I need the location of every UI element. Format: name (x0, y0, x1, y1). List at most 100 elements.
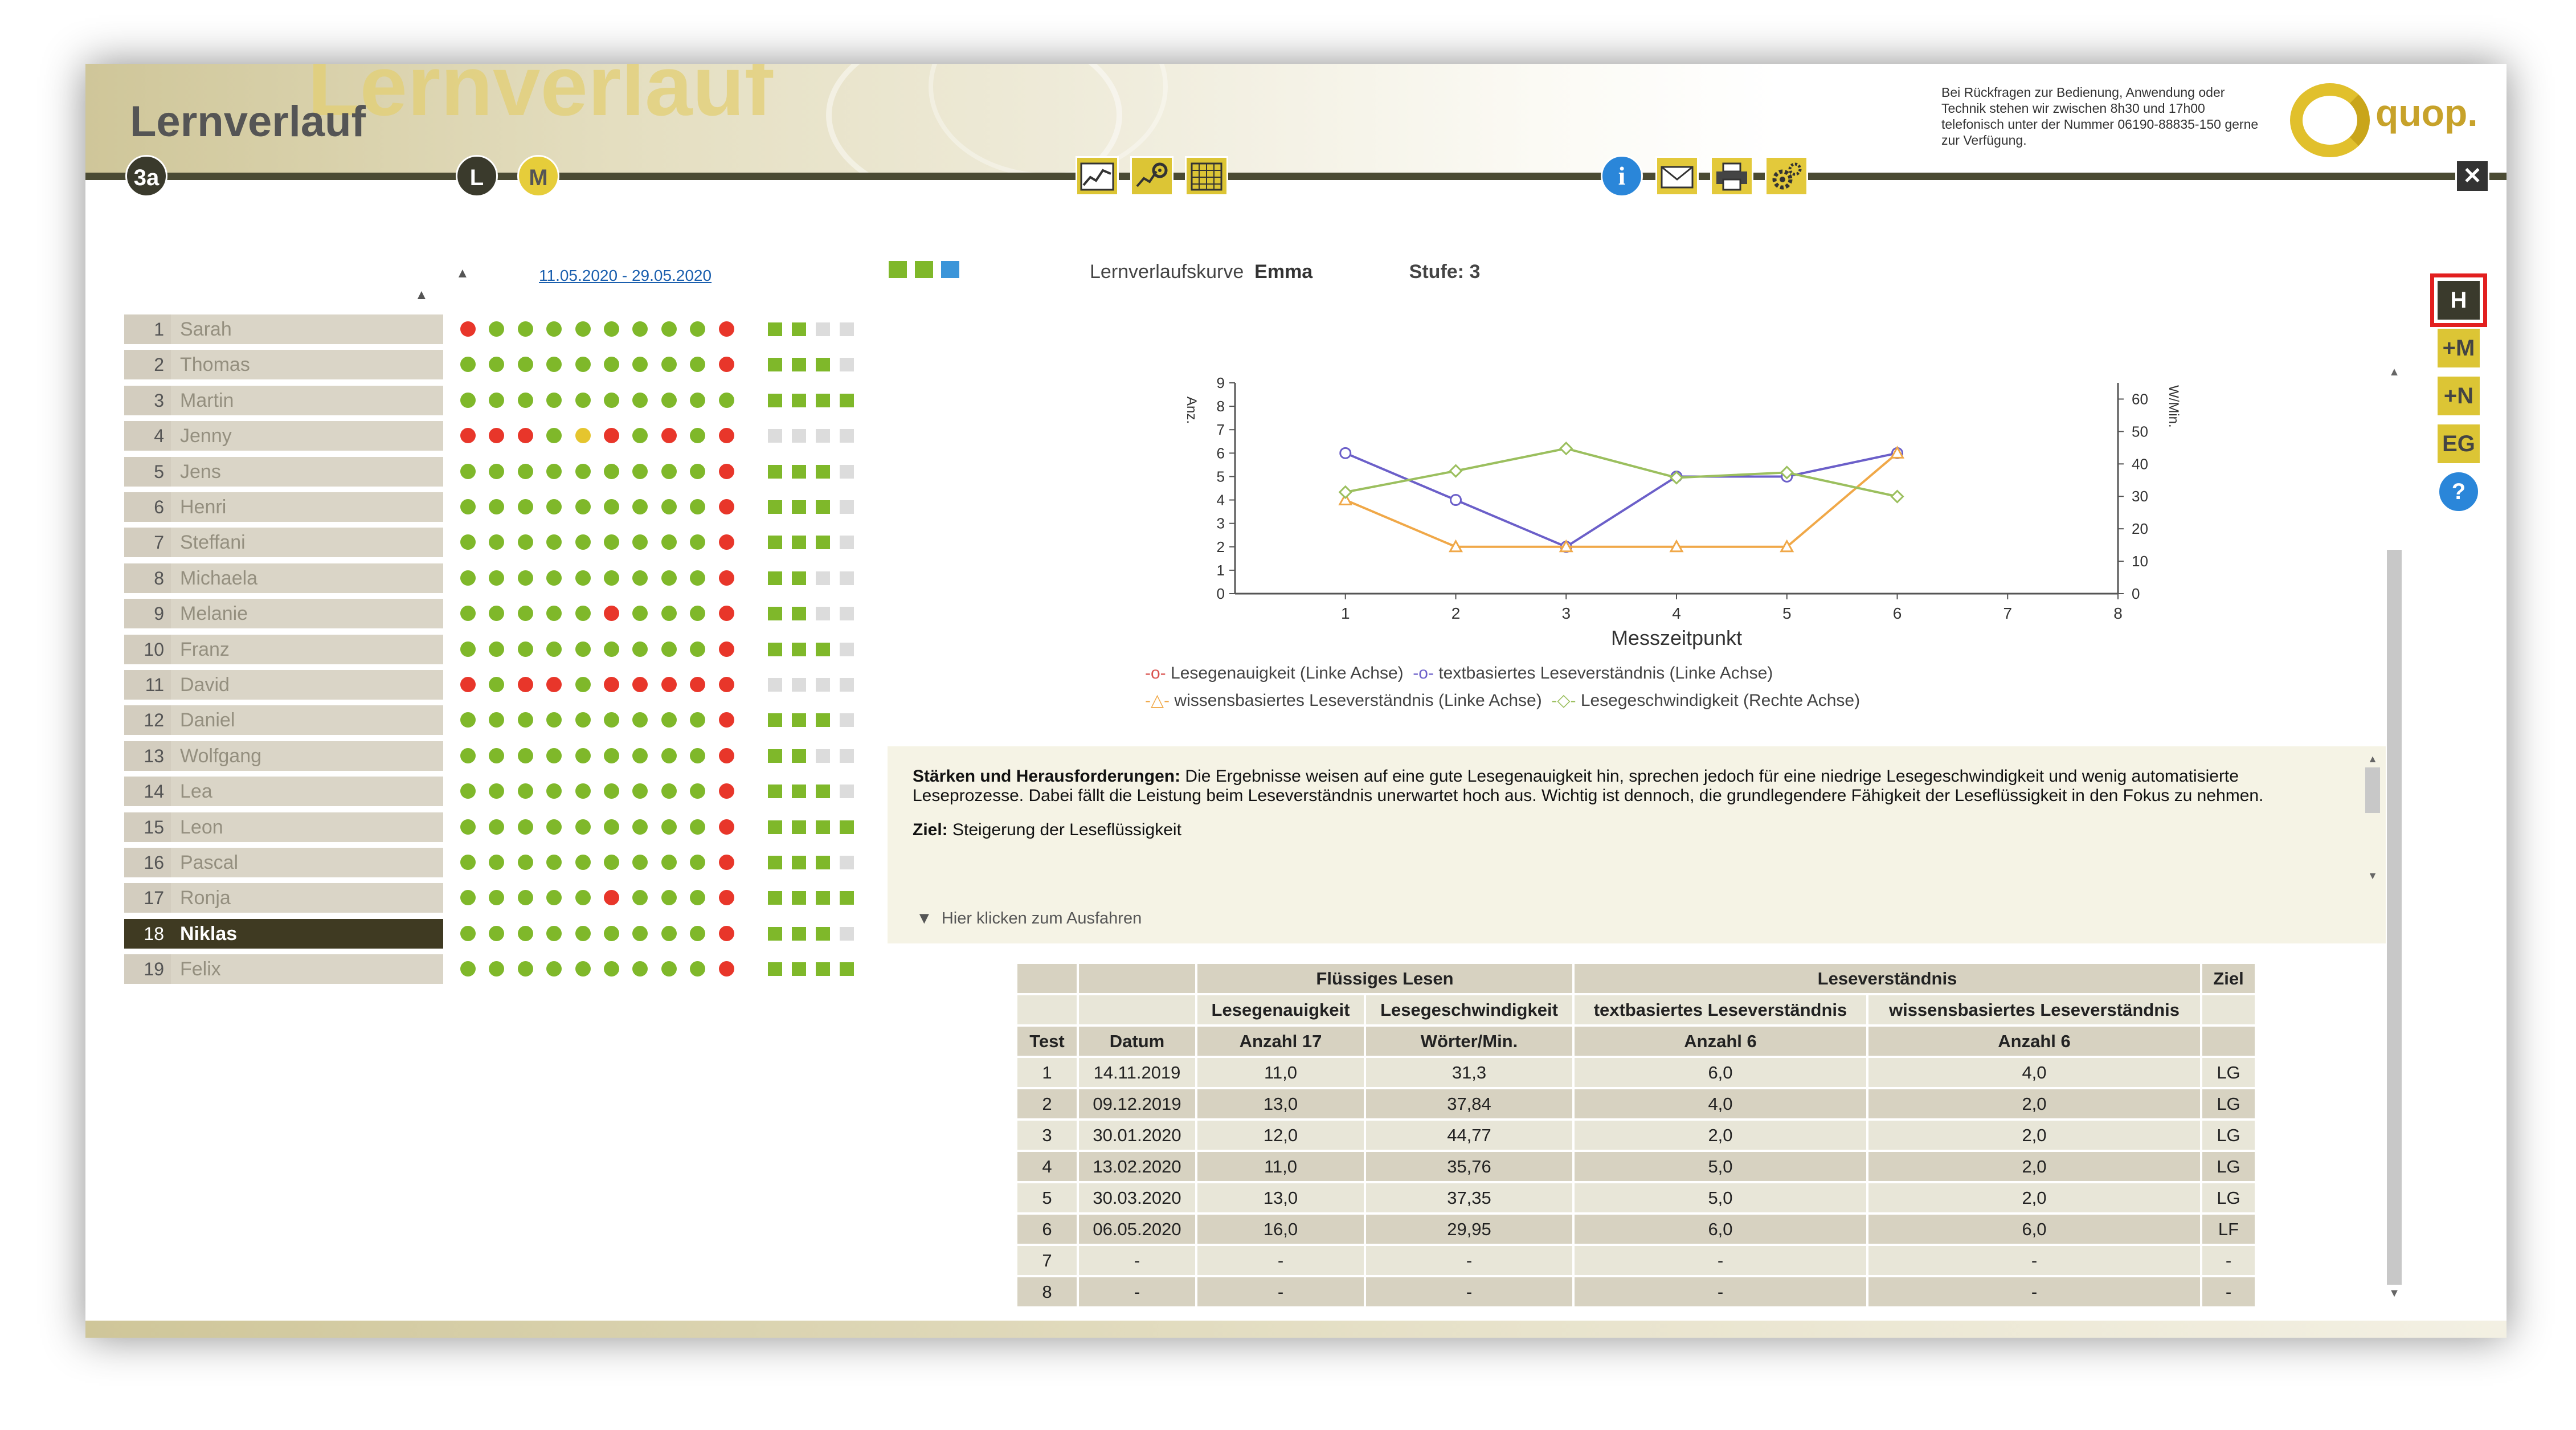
result-dot[interactable] (632, 961, 648, 977)
result-dot[interactable] (632, 321, 648, 337)
result-square[interactable] (768, 536, 782, 550)
result-dot[interactable] (690, 570, 706, 586)
result-dot[interactable] (632, 606, 648, 622)
result-square[interactable] (840, 962, 854, 977)
result-dot[interactable] (661, 641, 677, 657)
result-dot[interactable] (718, 890, 734, 906)
sort-up-icon[interactable]: ▲ (415, 287, 428, 303)
result-dot[interactable] (460, 890, 476, 906)
result-dot[interactable] (604, 321, 619, 337)
result-dot[interactable] (718, 357, 734, 373)
result-dot[interactable] (690, 428, 706, 444)
result-dot[interactable] (489, 712, 505, 728)
result-dot[interactable] (546, 392, 562, 408)
student-row[interactable]: 6 Henri (124, 492, 443, 524)
result-dot[interactable] (546, 783, 562, 799)
result-dot[interactable] (575, 499, 591, 514)
result-dot[interactable] (632, 392, 648, 408)
result-square[interactable] (768, 429, 782, 443)
result-square[interactable] (768, 322, 782, 336)
result-square[interactable] (768, 358, 782, 372)
result-dot[interactable] (546, 641, 562, 657)
info-icon[interactable]: i (1601, 155, 1643, 197)
result-dot[interactable] (517, 961, 533, 977)
result-dot[interactable] (575, 641, 591, 657)
print-icon[interactable] (1710, 156, 1753, 196)
result-dot[interactable] (661, 855, 677, 870)
result-dot[interactable] (661, 357, 677, 373)
result-square[interactable] (840, 713, 854, 728)
result-dot[interactable] (632, 428, 648, 444)
scroll-down-icon[interactable]: ▼ (2364, 870, 2381, 882)
result-square[interactable] (768, 713, 782, 728)
result-dot[interactable] (546, 357, 562, 373)
result-dot[interactable] (690, 747, 706, 763)
main-scrollbar[interactable]: ▲ ▼ (2386, 366, 2403, 1306)
result-dot[interactable] (661, 392, 677, 408)
result-dot[interactable] (489, 783, 505, 799)
result-dot[interactable] (575, 392, 591, 408)
class-selector-button[interactable]: 3a (125, 155, 167, 197)
result-dot[interactable] (517, 357, 533, 373)
result-dot[interactable] (546, 570, 562, 586)
result-dot[interactable] (517, 392, 533, 408)
result-dot[interactable] (517, 747, 533, 763)
result-dot[interactable] (661, 534, 677, 550)
student-row[interactable]: 8 Michaela (124, 563, 443, 595)
student-row[interactable]: 12 Daniel (124, 705, 443, 738)
result-dot[interactable] (690, 534, 706, 550)
result-square[interactable] (816, 393, 830, 407)
result-square[interactable] (816, 358, 830, 372)
result-dot[interactable] (489, 570, 505, 586)
result-dot[interactable] (517, 570, 533, 586)
result-dot[interactable] (546, 855, 562, 870)
result-dot[interactable] (632, 570, 648, 586)
result-dot[interactable] (690, 606, 706, 622)
result-dot[interactable] (460, 463, 476, 479)
result-dot[interactable] (661, 890, 677, 906)
student-row[interactable]: 14 Lea (124, 777, 443, 809)
result-dot[interactable] (718, 783, 734, 799)
result-dot[interactable] (604, 534, 619, 550)
result-dot[interactable] (632, 534, 648, 550)
result-dot[interactable] (575, 961, 591, 977)
result-square[interactable] (792, 926, 806, 941)
result-square[interactable] (768, 393, 782, 407)
scroll-thumb[interactable] (2365, 767, 2380, 813)
result-square[interactable] (792, 607, 806, 621)
result-dot[interactable] (718, 925, 734, 941)
student-row[interactable]: 16 Pascal (124, 848, 443, 880)
result-dot[interactable] (575, 925, 591, 941)
result-dot[interactable] (575, 428, 591, 444)
result-dot[interactable] (489, 641, 505, 657)
result-square[interactable] (840, 820, 854, 834)
result-dot[interactable] (575, 783, 591, 799)
result-square[interactable] (816, 820, 830, 834)
result-dot[interactable] (460, 819, 476, 835)
result-dot[interactable] (604, 499, 619, 514)
result-dot[interactable] (604, 783, 619, 799)
result-square[interactable] (792, 856, 806, 869)
result-dot[interactable] (718, 677, 734, 692)
result-dot[interactable] (575, 321, 591, 337)
scroll-up-icon[interactable]: ▲ (2386, 366, 2403, 379)
result-dot[interactable] (632, 855, 648, 870)
result-square[interactable] (792, 713, 806, 728)
result-dot[interactable] (489, 819, 505, 835)
scroll-up-icon[interactable]: ▲ (2364, 753, 2381, 765)
result-square[interactable] (792, 322, 806, 336)
result-square[interactable] (840, 500, 854, 514)
result-dot[interactable] (661, 463, 677, 479)
result-dot[interactable] (460, 712, 476, 728)
result-dot[interactable] (575, 570, 591, 586)
result-dot[interactable] (489, 925, 505, 941)
result-square[interactable] (768, 749, 782, 763)
result-dot[interactable] (661, 925, 677, 941)
result-square[interactable] (816, 891, 830, 905)
result-dot[interactable] (690, 357, 706, 373)
student-row[interactable]: 11 David (124, 670, 443, 702)
result-square[interactable] (792, 429, 806, 443)
result-dot[interactable] (661, 428, 677, 444)
result-square[interactable] (816, 962, 830, 977)
sidebar-button-add-m[interactable]: +M (2436, 327, 2481, 369)
